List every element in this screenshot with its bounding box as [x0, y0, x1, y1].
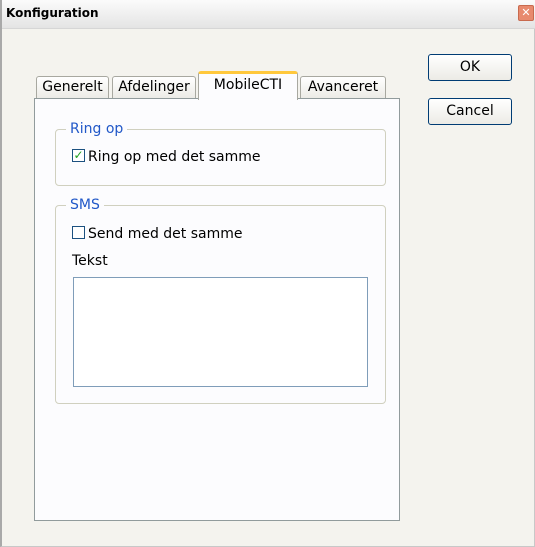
tab-generelt[interactable]: Generelt: [36, 76, 109, 98]
title-bar[interactable]: Konfiguration ✕: [2, 0, 535, 29]
tab-afdelinger[interactable]: Afdelinger: [112, 76, 196, 98]
close-icon[interactable]: ✕: [518, 5, 534, 21]
configuration-dialog: Konfiguration ✕ Generelt Afdelinger Mobi…: [0, 0, 535, 547]
ring-op-checkbox-label: Ring op med det samme: [88, 149, 261, 165]
sms-checkbox-row[interactable]: Send med det samme: [72, 225, 243, 242]
tab-avanceret[interactable]: Avanceret: [300, 76, 386, 98]
tab-mobilecti[interactable]: MobileCTI: [198, 71, 298, 100]
sms-checkbox-label: Send med det samme: [88, 226, 243, 242]
sms-checkbox[interactable]: [72, 225, 85, 239]
sms-text-label: Tekst: [72, 253, 108, 269]
sms-legend: SMS: [66, 196, 104, 214]
sms-group: SMS Send med det samme Tekst: [55, 196, 386, 404]
window-title: Konfiguration: [6, 6, 99, 20]
ring-op-group: Ring op ✓ Ring op med det samme: [55, 120, 386, 186]
cancel-button[interactable]: Cancel: [428, 98, 512, 125]
ring-op-checkbox[interactable]: ✓: [72, 148, 85, 162]
sms-text-area[interactable]: [73, 277, 368, 387]
ok-button[interactable]: OK: [428, 54, 512, 81]
ring-op-checkbox-row[interactable]: ✓ Ring op med det samme: [72, 148, 261, 165]
ring-op-legend: Ring op: [66, 120, 128, 138]
tab-panel-mobilecti: Ring op ✓ Ring op med det samme SMS Send …: [34, 98, 400, 521]
